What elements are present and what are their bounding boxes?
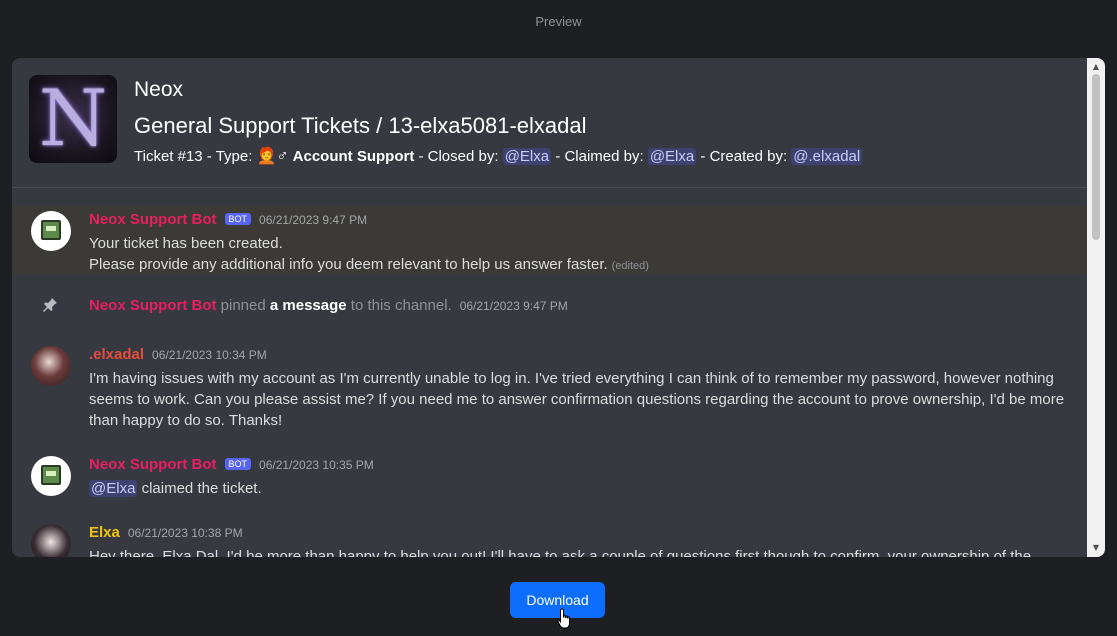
message-timestamp: 06/21/2023 10:38 PM <box>127 526 243 540</box>
bot-tag: BOT <box>224 213 252 225</box>
message-text: claimed the ticket. <box>137 480 262 497</box>
ticket-type-emoji: 🧑‍🦰♂ <box>256 148 289 165</box>
message-line-2: Please provide any additional info you d… <box>89 254 1079 277</box>
claimed-by-mention[interactable]: @Elxa <box>647 148 697 165</box>
guild-logo-letter: N <box>38 75 108 163</box>
message-item: Neox Support Bot BOT 06/21/2023 10:35 PM @… <box>12 450 1087 500</box>
pinned-message-link[interactable]: a message <box>270 297 347 314</box>
preview-label: Preview <box>535 14 582 29</box>
bot-tag: BOT <box>224 458 252 470</box>
message-author: Elxa 06/21/2023 10:38 PM <box>89 524 243 541</box>
message-body: Hey there, Elxa Dal. I'd be more than ha… <box>89 548 1032 557</box>
user-avatar[interactable] <box>31 524 71 557</box>
ticket-prefix: Ticket #13 - Type: <box>134 148 257 165</box>
scroll-down-icon[interactable]: ▼ <box>1087 541 1105 555</box>
message-body: @Elxa claimed the ticket. <box>89 478 1079 499</box>
message-author: .elxadal 06/21/2023 10:34 PM <box>89 346 267 363</box>
system-text: Neox Support Bot pinned a message to thi… <box>89 297 568 314</box>
channel-title: General Support Tickets / 13-elxa5081-el… <box>134 113 587 138</box>
message-item: .elxadal 06/21/2023 10:34 PM I'm having i… <box>12 340 1087 435</box>
author-name[interactable]: Neox Support Bot <box>89 211 217 228</box>
transcript-header: N Neox General Support Tickets / 13-elxa… <box>12 58 1087 188</box>
claimed-by-label: - Claimed by: <box>551 148 648 165</box>
created-by-mention[interactable]: @.elxadal <box>791 148 863 165</box>
guild-icon: N <box>29 75 117 163</box>
robot-icon <box>41 465 61 485</box>
message-timestamp: 06/21/2023 10:35 PM <box>259 458 374 472</box>
scroll-up-icon[interactable]: ▲ <box>1087 60 1105 74</box>
guild-name: Neox <box>134 78 184 101</box>
message-timestamp: 06/21/2023 9:47 PM <box>259 213 368 227</box>
user-mention[interactable]: @Elxa <box>89 480 138 497</box>
author-name[interactable]: .elxadal <box>89 346 144 363</box>
ticket-type: Account Support <box>292 148 415 165</box>
closed-by-label: - Closed by: <box>414 148 503 165</box>
closed-by-mention[interactable]: @Elxa <box>502 148 552 165</box>
pin-icon <box>42 297 58 317</box>
message-item: Neox Support Bot BOT 06/21/2023 9:47 PM Yo… <box>12 205 1087 275</box>
bot-avatar[interactable] <box>31 456 71 496</box>
hand-cursor-icon <box>557 608 570 629</box>
scroll-thumb[interactable] <box>1092 74 1100 240</box>
user-avatar[interactable] <box>31 346 71 386</box>
message-item: Elxa 06/21/2023 10:38 PM Hey there, Elxa … <box>12 520 1087 557</box>
transcript-content: N Neox General Support Tickets / 13-elxa… <box>12 58 1087 557</box>
pinned-text: pinned <box>216 297 270 314</box>
message-timestamp: 06/21/2023 9:47 PM <box>459 299 568 313</box>
message-body: Your ticket has been created. Please pro… <box>89 233 1079 277</box>
scrollbar[interactable]: ▲ ▼ <box>1087 58 1105 557</box>
created-by-label: - Created by: <box>696 148 792 165</box>
author-name[interactable]: Neox Support Bot <box>89 456 217 473</box>
message-timestamp: 06/21/2023 10:34 PM <box>152 348 267 362</box>
bot-avatar[interactable] <box>31 211 71 251</box>
message-line-text: Please provide any additional info you d… <box>89 256 608 273</box>
ticket-info: Ticket #13 - Type: 🧑‍🦰♂ Account Support … <box>134 146 863 166</box>
message-line: Your ticket has been created. <box>89 235 283 252</box>
system-message: Neox Support Bot pinned a message to thi… <box>12 290 1087 324</box>
transcript-preview[interactable]: N Neox General Support Tickets / 13-elxa… <box>12 58 1105 557</box>
robot-icon <box>41 220 61 240</box>
message-author: Neox Support Bot BOT 06/21/2023 9:47 PM <box>89 211 367 228</box>
author-name[interactable]: Neox Support Bot <box>89 297 217 314</box>
pinned-suffix: to this channel. <box>346 297 452 314</box>
author-name[interactable]: Elxa <box>89 524 120 541</box>
edited-marker: (edited) <box>611 260 649 272</box>
message-author: Neox Support Bot BOT 06/21/2023 10:35 PM <box>89 456 374 473</box>
message-body: I'm having issues with my account as I'm… <box>89 370 1065 429</box>
